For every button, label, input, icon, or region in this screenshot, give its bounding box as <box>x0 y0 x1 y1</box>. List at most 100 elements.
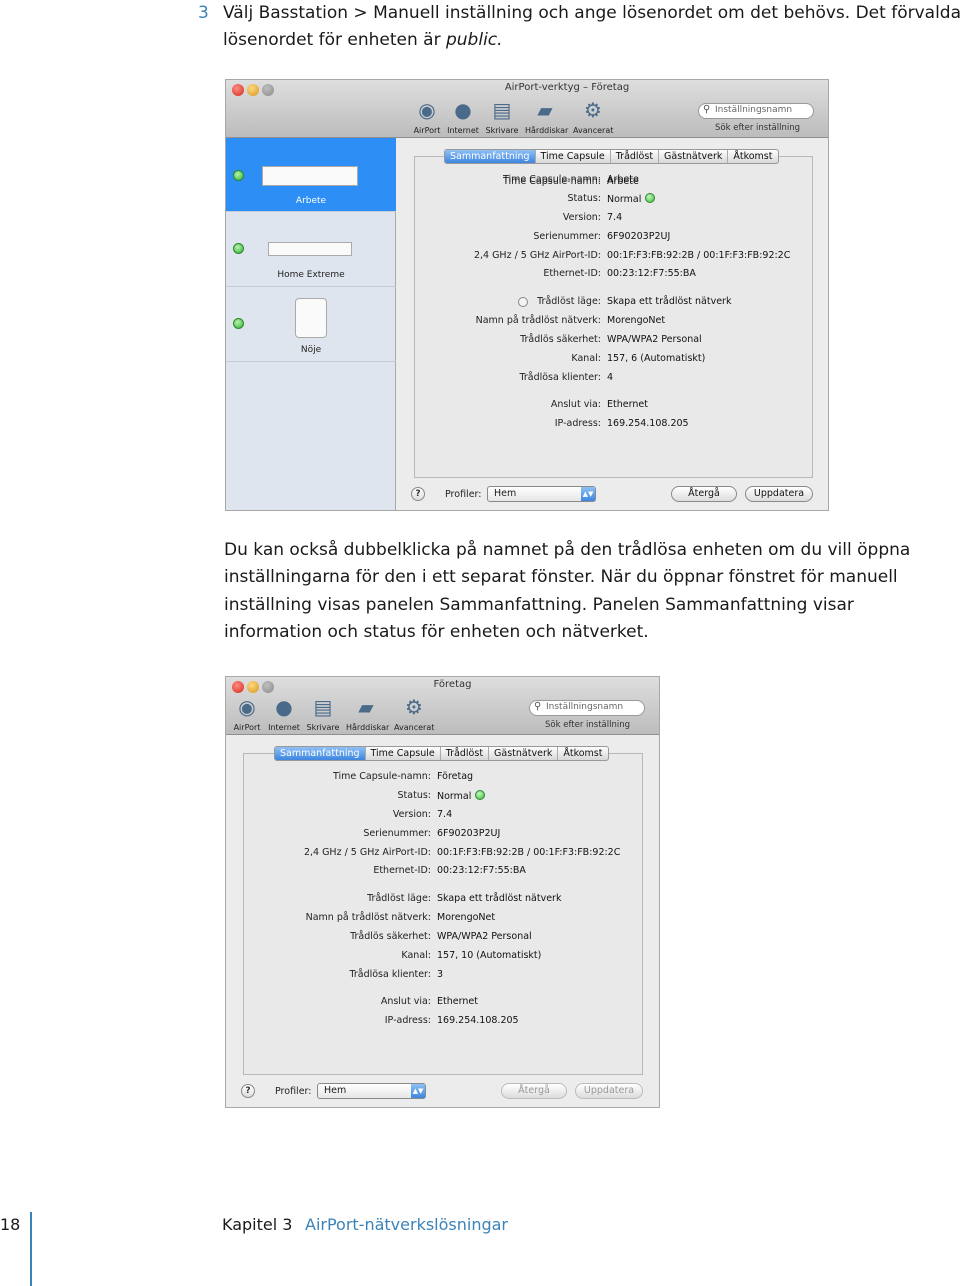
toolbar-internet[interactable]: ● Internet <box>264 695 304 732</box>
value-ethernet-id: 00:23:12:F7:55:BA <box>607 268 696 279</box>
label-security: Trådlös säkerhet: <box>350 931 431 942</box>
tab-bar: Sammanfattning Time Capsule Trådlöst Gäs… <box>444 149 779 164</box>
device-list: Arbete Home Extreme Nöje <box>226 138 396 510</box>
search-input[interactable]: ⚲ Inställningsnamn <box>698 103 814 119</box>
label-connect-via: Anslut via: <box>380 996 431 1007</box>
value-version: 7.4 <box>437 809 453 820</box>
toolbar-advanced[interactable]: ⚙ Avancerat <box>394 695 434 732</box>
base-station-icon <box>262 166 358 186</box>
chevron-updown-icon: ▲▼ <box>581 487 595 501</box>
radio-icon <box>518 297 528 307</box>
value-airport-id: 00:1F:F3:FB:92:2B / 00:1F:F3:FB:92:2C <box>607 250 791 261</box>
tab-wireless[interactable]: Trådlöst <box>441 747 490 760</box>
label-version: Version: <box>392 809 431 820</box>
globe-icon: ● <box>275 695 293 719</box>
value-channel: 157, 10 (Automatiskt) <box>437 950 542 961</box>
label-wireless-mode: Trådlöst läge: <box>367 893 431 904</box>
footer-divider <box>30 1212 32 1286</box>
value-clients: 3 <box>437 969 444 980</box>
label-airport-id: 2,4 GHz / 5 GHz AirPort-ID: <box>303 847 431 858</box>
value-network-name: MorengoNet <box>437 912 496 923</box>
search-hint: Sök efter inställning <box>715 123 801 133</box>
value-connect-via: Ethernet <box>437 996 478 1007</box>
page-number: 18 <box>0 1215 21 1234</box>
toolbar-internet[interactable]: ● Internet <box>443 98 483 135</box>
value-security: WPA/WPA2 Personal <box>607 334 702 345</box>
toolbar-disks[interactable]: ▰ Hårddiskar <box>346 695 389 732</box>
toolbar-advanced[interactable]: ⚙ Avancerat <box>573 98 613 135</box>
value-ip: 169.254.108.205 <box>437 1015 519 1026</box>
step-text: Välj Basstation > Manuell inställning oc… <box>223 0 960 54</box>
label-security: Trådlös säkerhet: <box>520 334 601 345</box>
label-status: Status: <box>397 790 431 801</box>
search-icon: ⚲ <box>703 104 711 115</box>
device-item[interactable]: Home Extreme <box>226 213 396 287</box>
step-number: 3 <box>198 3 209 23</box>
tab-time-capsule[interactable]: Time Capsule <box>536 150 611 163</box>
chevron-updown-icon: ▲▼ <box>411 1084 425 1098</box>
device-item[interactable]: Arbete <box>226 138 396 212</box>
label-status: Status: <box>567 193 601 204</box>
wifi-icon: ◉ <box>238 695 256 719</box>
profiles-label: Profiler: <box>275 1086 312 1097</box>
label-network-name: Namn på trådlöst nätverk: <box>305 912 431 923</box>
label-channel: Kanal: <box>401 950 431 961</box>
toolbar-printers[interactable]: ▤ Skrivare <box>482 98 522 135</box>
toolbar-printers[interactable]: ▤ Skrivare <box>303 695 343 732</box>
disk-icon: ▰ <box>537 98 553 122</box>
revert-button[interactable]: Återgå <box>671 486 737 502</box>
airport-utility-window: AirPort-verktyg – Företag ◉ AirPort ● Inte… <box>225 79 829 511</box>
value-connect-via: Ethernet <box>607 399 648 410</box>
profile-select[interactable]: Hem ▲▼ <box>487 486 596 502</box>
gear-icon: ⚙ <box>405 695 423 719</box>
value-clients: 4 <box>607 372 614 383</box>
revert-button[interactable]: Återgå <box>501 1083 567 1099</box>
label-connect-via: Anslut via: <box>550 399 601 410</box>
value-name: Arbete <box>607 174 639 185</box>
label-ip: IP-adress: <box>384 1015 431 1026</box>
label-network-name: Namn på trådlöst nätverk: <box>475 315 601 326</box>
window-title: AirPort-verktyg – Företag <box>504 82 630 93</box>
value-wireless-mode: Skapa ett trådlöst nätverk <box>437 893 562 904</box>
tab-access[interactable]: Åtkomst <box>558 747 607 760</box>
tab-guest[interactable]: Gästnätverk <box>489 747 559 760</box>
airport-express-icon <box>295 298 327 338</box>
label-clients: Trådlösa klienter: <box>519 372 601 383</box>
update-button[interactable]: Uppdatera <box>575 1083 643 1099</box>
profile-select[interactable]: Hem ▲▼ <box>317 1083 426 1099</box>
tab-access[interactable]: Åtkomst <box>728 150 777 163</box>
toolbar: AirPort-verktyg – Företag ◉ AirPort ● Inte… <box>226 80 828 138</box>
toolbar-airport[interactable]: ◉ AirPort <box>407 98 447 135</box>
toolbar: Företag ◉ AirPort ● Internet ▤ Skrivare ▰ Hå… <box>226 677 659 735</box>
label-name: Time Capsule-namn: <box>503 174 601 185</box>
label-name: Time Capsule-namn: <box>333 771 431 782</box>
help-icon[interactable]: ? <box>241 1084 255 1098</box>
value-airport-id: 00:1F:F3:FB:92:2B / 00:1F:F3:FB:92:2C <box>437 847 621 858</box>
search-hint: Sök efter inställning <box>545 720 631 730</box>
toolbar-disks[interactable]: ▰ Hårddiskar <box>525 98 568 135</box>
tab-wireless[interactable]: Trådlöst <box>611 150 660 163</box>
label-airport-id: 2,4 GHz / 5 GHz AirPort-ID: <box>473 250 601 261</box>
update-button[interactable]: Uppdatera <box>745 486 813 502</box>
value-security: WPA/WPA2 Personal <box>437 931 532 942</box>
status-ok-icon <box>233 170 244 181</box>
tab-guest[interactable]: Gästnätverk <box>659 150 729 163</box>
toolbar-airport[interactable]: ◉ AirPort <box>227 695 267 732</box>
search-input[interactable]: ⚲ Inställningsnamn <box>529 700 645 716</box>
label-clients: Trådlösa klienter: <box>349 969 431 980</box>
value-serial: 6F90203P2UJ <box>437 828 501 839</box>
chapter-label: Kapitel 3 <box>222 1215 293 1234</box>
label-version: Version: <box>562 212 601 223</box>
printer-icon: ▤ <box>492 98 512 122</box>
status-ok-icon <box>233 318 244 329</box>
wifi-icon: ◉ <box>418 98 436 122</box>
gear-icon: ⚙ <box>584 98 602 122</box>
tab-summary[interactable]: Sammanfattning <box>445 150 536 163</box>
tab-summary[interactable]: Sammanfattning <box>275 747 366 760</box>
tab-time-capsule[interactable]: Time Capsule <box>366 747 441 760</box>
disk-icon: ▰ <box>358 695 374 719</box>
body-paragraph: Du kan också dubbelklicka på namnet på d… <box>224 540 911 642</box>
help-icon[interactable]: ? <box>411 487 425 501</box>
device-item[interactable]: Nöje <box>226 288 396 362</box>
step-line-2: lösenordet för enheten är public. <box>223 27 960 54</box>
